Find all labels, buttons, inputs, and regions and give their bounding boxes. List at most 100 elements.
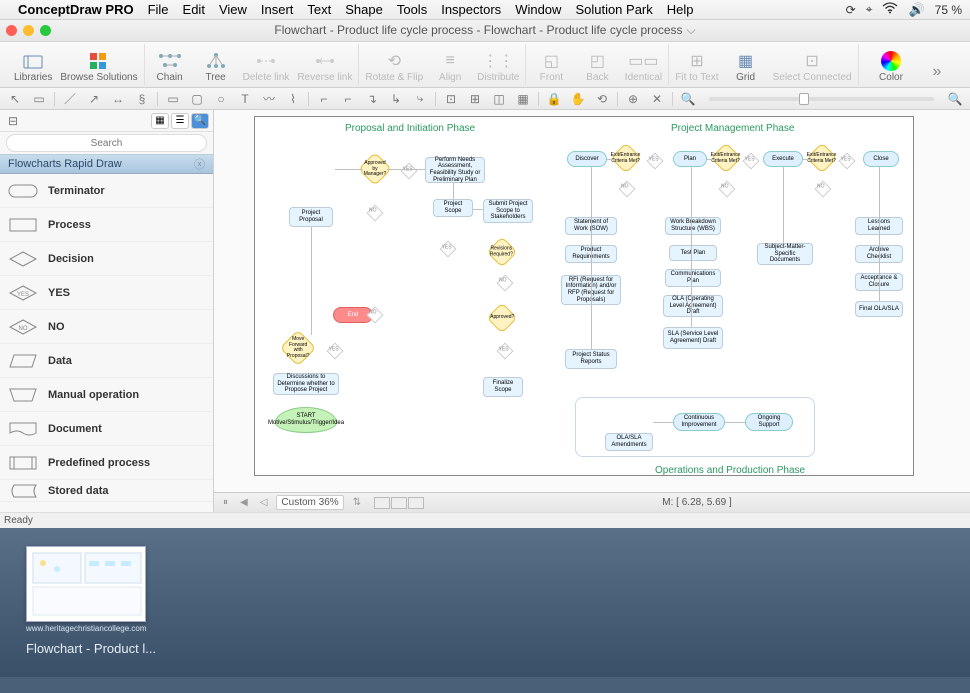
page-tab-1[interactable] <box>374 497 390 509</box>
wifi-icon[interactable] <box>882 2 898 17</box>
title-dropdown-icon[interactable]: ⌵ <box>687 23 696 37</box>
menu-file[interactable]: File <box>148 2 169 17</box>
zoom-stepper-icon[interactable]: ⇅ <box>350 497 364 508</box>
shape-terminator[interactable]: Terminator <box>0 174 213 208</box>
libraries-button[interactable]: Libraries <box>14 50 52 85</box>
library-search-input[interactable] <box>6 134 207 152</box>
connector2-tool[interactable]: ⌐ <box>339 90 357 108</box>
toolbar-overflow-button[interactable]: » <box>918 61 956 85</box>
zoom-in-tool[interactable]: 🔍 <box>946 90 964 108</box>
double-arrow-tool[interactable]: ↔ <box>109 90 127 108</box>
library-category-header[interactable]: Flowcharts Rapid Draw ⓧ <box>0 154 213 174</box>
reverse-link-button[interactable]: Reverse link <box>297 50 352 85</box>
align-button[interactable]: ≡ Align <box>431 50 469 85</box>
zoom-out-tool[interactable]: 🔍 <box>679 90 697 108</box>
color-button[interactable]: Color <box>872 50 910 85</box>
node-finalize[interactable]: Finalize Scope <box>483 377 523 397</box>
node-approved[interactable]: Approved? <box>486 302 517 333</box>
menu-shape[interactable]: Shape <box>345 2 383 17</box>
hand-tool[interactable]: ✋ <box>569 90 587 108</box>
node-ola[interactable]: OLA (Operating Level Agreement) Draft <box>663 295 723 317</box>
menu-view[interactable]: View <box>219 2 247 17</box>
page-tabs[interactable] <box>374 497 424 509</box>
ellipse-tool[interactable]: ○ <box>212 90 230 108</box>
connector5-tool[interactable]: ⤷ <box>411 90 429 108</box>
node-execute[interactable]: Execute <box>763 151 803 167</box>
node-status[interactable]: Project Status Reports <box>565 349 617 369</box>
rotate-flip-button[interactable]: ⟲ Rotate & Flip <box>365 50 423 85</box>
rotate-tool[interactable]: ⟲ <box>593 90 611 108</box>
shape-process[interactable]: Process <box>0 208 213 242</box>
category-close-icon[interactable]: ⓧ <box>194 156 205 172</box>
shape-predefined-process[interactable]: Predefined process <box>0 446 213 480</box>
node-wbs[interactable]: Work Breakdown Structure (WBS) <box>665 217 721 235</box>
grid-button[interactable]: ▦ Grid <box>727 50 765 85</box>
document-thumbnail[interactable] <box>26 546 146 622</box>
page-tab-3[interactable] <box>408 497 424 509</box>
first-page-button[interactable]: ◀ <box>237 497 251 508</box>
browse-solutions-button[interactable]: Browse Solutions <box>60 50 137 85</box>
menu-insert[interactable]: Insert <box>261 2 294 17</box>
rectangle-tool[interactable]: ▭ <box>164 90 182 108</box>
node-finalola[interactable]: Final OLA/SLA <box>855 301 903 317</box>
smart1-tool[interactable]: ⊡ <box>442 90 460 108</box>
menu-edit[interactable]: Edit <box>183 2 205 17</box>
text-tool[interactable]: T <box>236 90 254 108</box>
node-plan[interactable]: Plan <box>673 151 707 167</box>
node-move-fwd[interactable]: Move Forward with Proposal? <box>280 330 317 367</box>
bluetooth-icon[interactable]: ⌖ <box>866 2 873 17</box>
shape-no[interactable]: NO NO <box>0 310 213 344</box>
section-tool[interactable]: § <box>133 90 151 108</box>
front-button[interactable]: ◱ Front <box>532 50 570 85</box>
menu-text[interactable]: Text <box>307 2 331 17</box>
shape-data[interactable]: Data <box>0 344 213 378</box>
view-grid-button[interactable]: ▦ <box>151 113 169 129</box>
bezier-tool[interactable]: ⌇ <box>284 90 302 108</box>
volume-icon[interactable]: 🔊 <box>908 2 924 18</box>
prev-page-button[interactable]: ◁ <box>257 497 271 508</box>
smart3-tool[interactable]: ◫ <box>490 90 508 108</box>
drawing-canvas[interactable]: Proposal and Initiation Phase Project Ma… <box>214 110 970 492</box>
menu-inspectors[interactable]: Inspectors <box>441 2 501 17</box>
connector3-tool[interactable]: ↴ <box>363 90 381 108</box>
node-discover[interactable]: Discover <box>567 151 607 167</box>
delete-link-button[interactable]: Delete link <box>243 50 290 85</box>
node-crit3[interactable]: Exit/Entrance Criteria Met? <box>806 142 837 173</box>
shape-yes[interactable]: YES YES <box>0 276 213 310</box>
menu-window[interactable]: Window <box>515 2 561 17</box>
node-close[interactable]: Close <box>863 151 899 167</box>
arrow-tool[interactable]: ↗ <box>85 90 103 108</box>
sync-icon[interactable]: ⟳ <box>846 3 856 17</box>
node-crit1[interactable]: Exit/Entrance Criteria Met? <box>610 142 641 173</box>
rounded-rect-tool[interactable]: ▢ <box>188 90 206 108</box>
app-name[interactable]: ConceptDraw PRO <box>18 2 134 17</box>
select-connected-button[interactable]: ⊡ Select Connected <box>773 50 852 85</box>
pointer-tool[interactable]: ↖ <box>6 90 24 108</box>
rect-tool[interactable]: ▭ <box>30 90 48 108</box>
shape-stored-data[interactable]: Stored data <box>0 480 213 502</box>
node-scope[interactable]: Project Scope <box>433 199 473 217</box>
panel-toggle-icon[interactable]: ⊟ <box>4 112 22 130</box>
node-subject[interactable]: Subject-Matter-Specific Documents <box>757 243 813 265</box>
line-tool[interactable]: ／ <box>61 90 79 108</box>
node-needs[interactable]: Perform Needs Assessment, Feasibility St… <box>425 157 485 183</box>
shape-document[interactable]: Document <box>0 412 213 446</box>
search-toggle-button[interactable]: 🔍 <box>191 113 209 129</box>
node-start[interactable]: START Motive/Stimulus/Trigger/Idea <box>275 407 337 433</box>
node-proposal[interactable]: Project Proposal <box>289 207 333 227</box>
identical-button[interactable]: ▭▭ Identical <box>624 50 662 85</box>
smart2-tool[interactable]: ⊞ <box>466 90 484 108</box>
connector1-tool[interactable]: ⌐ <box>315 90 333 108</box>
node-crit2[interactable]: Exit/Entrance Criteria Met? <box>710 142 741 173</box>
node-commplan[interactable]: Communications Plan <box>665 269 721 287</box>
chain-button[interactable]: Chain <box>151 50 189 85</box>
view-list-button[interactable]: ☰ <box>171 113 189 129</box>
fit-to-text-button[interactable]: ⊞ Fit to Text <box>675 50 718 85</box>
polyline-tool[interactable]: 〰 <box>260 90 278 108</box>
shape-decision[interactable]: Decision <box>0 242 213 276</box>
zoom-slider-thumb[interactable] <box>799 93 809 105</box>
tree-button[interactable]: Tree <box>197 50 235 85</box>
anchor-tool[interactable]: ✕ <box>648 90 666 108</box>
lock-tool[interactable]: 🔒 <box>545 90 563 108</box>
zoom-field[interactable]: Custom 36% <box>276 495 343 510</box>
